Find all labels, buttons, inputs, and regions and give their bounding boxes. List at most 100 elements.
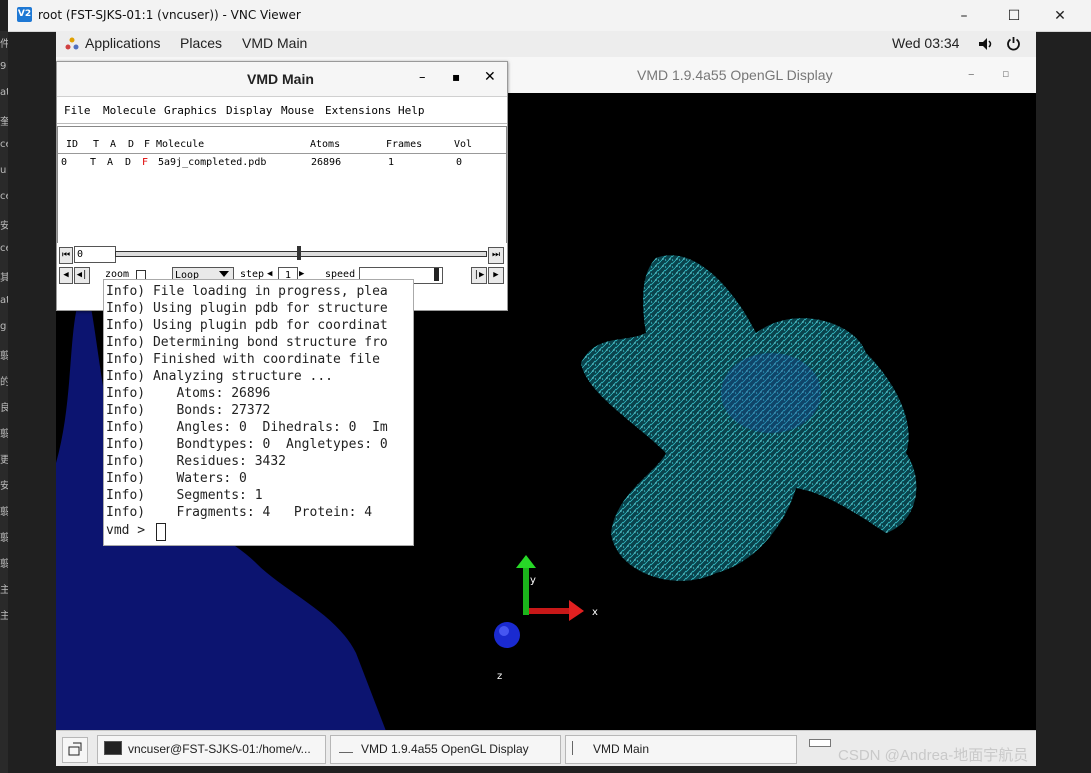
vmd-maximize-button[interactable]: ▪ — [452, 70, 460, 84]
col-vol: Vol — [454, 139, 473, 150]
console-line: Info) Bondtypes: 0 Angletypes: 0 — [106, 437, 388, 452]
task-vmd-main[interactable]: VMD Main — [565, 735, 797, 764]
gl-minimize-button[interactable]: – — [968, 67, 975, 82]
row-id: 0 — [61, 157, 68, 168]
power-icon[interactable] — [1006, 36, 1021, 51]
places-menu[interactable]: Places — [180, 35, 222, 51]
host-strip-glyph: 9 — [0, 61, 7, 72]
y-axis-label: y — [530, 575, 536, 586]
menu-help[interactable]: Help — [398, 104, 425, 117]
vmd-console[interactable]: Info) File loading in progress, plea Inf… — [103, 279, 414, 546]
menu-graphics[interactable]: Graphics — [164, 104, 217, 117]
host-strip-glyph: 主 — [0, 611, 8, 622]
step-increment-button[interactable]: ▶ — [299, 269, 304, 279]
maximize-button[interactable]: ☐ — [999, 6, 1029, 26]
jump-end-button[interactable]: ⏭ — [488, 247, 504, 264]
gl-maximize-button[interactable]: ▫ — [1002, 67, 1009, 80]
console-line: Info) Analyzing structure ... — [106, 369, 333, 384]
console-line: Info) Finished with coordinate file — [106, 352, 380, 367]
task-terminal-label: vncuser@FST-SJKS-01:/home/v... — [128, 742, 311, 756]
host-strip-glyph: 翦 — [0, 429, 8, 440]
task-opengl-label: VMD 1.9.4a55 OpenGL Display — [361, 742, 529, 756]
workspace-switcher[interactable] — [809, 739, 831, 747]
chevron-down-icon — [219, 271, 229, 277]
menu-molecule[interactable]: Molecule — [103, 104, 156, 117]
host-desktop-strip: 件9at奎ceuce安ce其atg翦的良翦更安翦翦翦主主 — [0, 31, 8, 773]
host-strip-glyph: g — [0, 321, 7, 332]
col-atoms: Atoms — [310, 139, 341, 150]
menu-mouse[interactable]: Mouse — [281, 104, 314, 117]
row-a[interactable]: A — [107, 157, 113, 168]
play-forward-button[interactable]: ▶ — [488, 267, 504, 284]
jump-start-button[interactable]: ⏮ — [59, 247, 73, 264]
frame-input[interactable]: 0 — [74, 246, 116, 263]
menu-extensions[interactable]: Extensions — [325, 104, 391, 117]
console-line: Info) Atoms: 26896 — [106, 386, 271, 401]
console-line: Info) Segments: 1 — [106, 488, 263, 503]
show-desktop-icon — [68, 742, 82, 756]
host-strip-glyph: 更 — [0, 455, 8, 466]
applications-menu[interactable]: Applications — [85, 35, 161, 51]
step-back-button[interactable]: ◀| — [74, 267, 90, 284]
host-strip-glyph: 主 — [0, 585, 8, 596]
frame-slider[interactable] — [115, 251, 487, 257]
play-reverse-button[interactable]: ◀ — [59, 267, 73, 284]
col-t: T — [93, 139, 100, 150]
frame-slider-handle[interactable] — [297, 246, 301, 260]
host-strip-glyph: 翦 — [0, 533, 8, 544]
remote-desktop: Applications Places VMD Main Wed 03:34 V… — [56, 31, 1036, 766]
console-prompt: vmd > — [106, 523, 153, 538]
console-line: Info) Angles: 0 Dihedrals: 0 Im — [106, 420, 388, 435]
task-vmd-main-label: VMD Main — [593, 742, 650, 756]
row-atoms: 26896 — [311, 157, 342, 168]
host-strip-glyph: at — [0, 295, 8, 306]
terminal-icon — [104, 741, 122, 755]
show-desktop-button[interactable] — [62, 737, 88, 763]
gnome-top-panel: Applications Places VMD Main Wed 03:34 — [56, 31, 1036, 58]
console-line: Info) Bonds: 27372 — [106, 403, 271, 418]
row-molecule: 5a9j_completed.pdb — [158, 157, 267, 168]
menu-file[interactable]: File — [64, 104, 91, 117]
row-t[interactable]: T — [90, 157, 96, 168]
console-line: Info) Determining bond structure fro — [106, 335, 388, 350]
host-strip-glyph: 件 — [0, 39, 8, 50]
z-axis-label: z — [497, 671, 503, 682]
col-molecule: Molecule — [156, 139, 205, 150]
minimize-button[interactable]: – — [949, 6, 979, 26]
molecule-table: ID T A D F Molecule Atoms Frames Vol 0 T… — [57, 126, 507, 244]
x-axis-label: x — [592, 607, 598, 618]
vmd-main-title: VMD Main — [247, 71, 314, 87]
row-vol: 0 — [456, 157, 463, 168]
col-id: ID — [66, 139, 79, 150]
console-cursor[interactable] — [156, 523, 166, 541]
col-frames: Frames — [386, 139, 423, 150]
close-button[interactable]: ✕ — [1045, 6, 1075, 26]
vmd-minimize-button[interactable]: – — [419, 70, 426, 85]
step-decrement-button[interactable]: ◀ — [267, 269, 272, 279]
menu-display[interactable]: Display — [226, 104, 272, 117]
speed-slider-handle[interactable] — [434, 268, 439, 281]
task-opengl-display[interactable]: VMD 1.9.4a55 OpenGL Display — [330, 735, 561, 764]
table-row[interactable]: 0 T A D F 5a9j_completed.pdb 26896 1 0 — [58, 155, 506, 169]
step-forward-button[interactable]: |▶ — [471, 267, 487, 284]
host-strip-glyph: 翦 — [0, 507, 8, 518]
host-strip-glyph: 其 — [0, 273, 8, 284]
clock[interactable]: Wed 03:34 — [892, 35, 959, 51]
host-strip-glyph: 翦 — [0, 351, 8, 362]
row-f[interactable]: F — [142, 157, 148, 168]
console-line: Info) Using plugin pdb for coordinat — [106, 318, 388, 333]
applications-icon — [65, 37, 79, 50]
col-d: D — [128, 139, 135, 150]
task-terminal[interactable]: vncuser@FST-SJKS-01:/home/v... — [97, 735, 326, 764]
col-f: F — [144, 139, 151, 150]
vmd-close-button[interactable]: ✕ — [484, 69, 496, 85]
host-strip-glyph: 安 — [0, 221, 8, 232]
row-frames: 1 — [388, 157, 395, 168]
host-strip-glyph: 的 — [0, 377, 8, 388]
volume-icon[interactable] — [978, 37, 994, 51]
csdn-watermark: CSDN @Andrea-地面宇航员 — [838, 747, 1029, 764]
console-line: Info) Fragments: 4 Protein: 4 — [106, 505, 373, 520]
row-d[interactable]: D — [125, 157, 131, 168]
vmd-main-menu[interactable]: VMD Main — [242, 35, 307, 51]
console-line: Info) File loading in progress, plea — [106, 284, 388, 299]
